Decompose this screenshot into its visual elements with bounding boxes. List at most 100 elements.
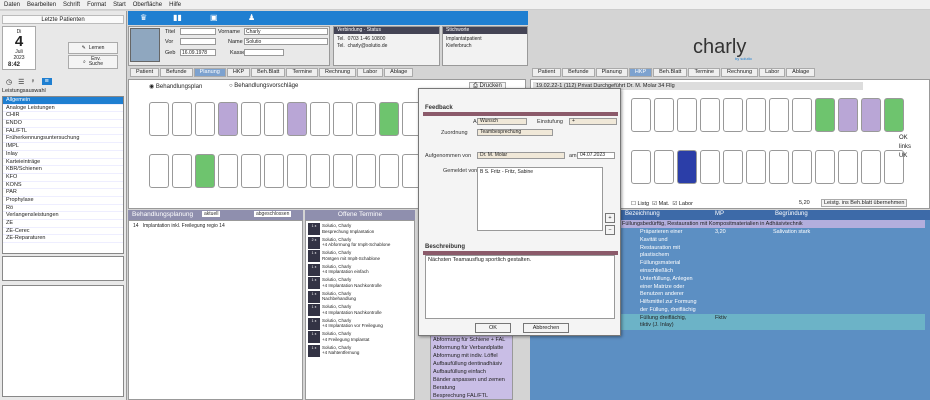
list-item[interactable]: 1 x Solutio, Charly +4 Freilegung Implanta…	[308, 331, 412, 344]
tooth[interactable]	[631, 150, 651, 184]
service-category-item[interactable]: ZE-Reparaturen	[3, 235, 123, 244]
tooth[interactable]	[218, 102, 238, 136]
vor-field[interactable]	[180, 38, 216, 45]
tab-rechnung[interactable]: Rechnung	[319, 68, 357, 77]
service-category-item[interactable]: IMPL	[3, 143, 123, 151]
add-reporter-button[interactable]: +	[605, 213, 615, 223]
services-list[interactable]: Allgemein Analoge Leistungen CHIR ENDO FAL/F…	[2, 96, 124, 254]
reporter-list[interactable]: B S. Fritz - Fritz, Sabine	[477, 167, 603, 231]
suggestion-item[interactable]: Bänder anpassen und zemen	[431, 376, 512, 384]
take-over-button[interactable]: Leistg. ins Beh.blatt übernehmen	[821, 199, 908, 207]
tooth[interactable]	[264, 102, 284, 136]
tooth-icon[interactable]: ♛	[140, 13, 147, 22]
tab-hkp[interactable]: HKP	[226, 68, 251, 77]
service-category-item[interactable]: ENDO	[3, 120, 123, 128]
first-name-field[interactable]: Charly	[244, 28, 328, 35]
radio-plan[interactable]: ◉ Behandlungsplan	[149, 83, 202, 90]
service-category-item[interactable]: Karteieinträge	[3, 159, 123, 167]
radio-suggestions[interactable]: ○ Behandlungsvorschläge	[229, 83, 298, 89]
tooth[interactable]	[838, 150, 858, 184]
tab-labor[interactable]: Labor	[759, 68, 786, 77]
menu-format[interactable]: Format	[87, 2, 106, 8]
service-category-item[interactable]: FAL/FTL	[3, 128, 123, 136]
ok-button[interactable]: OK	[475, 323, 511, 333]
suggestion-item[interactable]: Aufbaufüllung einfach	[431, 368, 512, 376]
list-item[interactable]: 1 x Solutio, Charly +4 Implantation einfac…	[308, 263, 412, 277]
list-item[interactable]: 1 x Solutio, Charly Röntgen mit Implt-Scha…	[308, 250, 412, 263]
tooth[interactable]	[861, 98, 881, 132]
env-search-button[interactable]: ⌕ Env. Suche	[68, 55, 118, 69]
list-icon[interactable]: ☰	[18, 78, 24, 86]
email-value[interactable]: charly@solutio.de	[348, 43, 388, 49]
tooth[interactable]	[379, 154, 399, 188]
chart-icon[interactable]: ▮▮	[173, 13, 182, 22]
tooth[interactable]	[310, 154, 330, 188]
list-select-icon[interactable]: ≡	[41, 78, 52, 85]
suggestion-item[interactable]: Aufbaufüllung dentinadhäsiv	[431, 360, 512, 368]
service-category-item[interactable]: CHIR	[3, 112, 123, 121]
tab-patient[interactable]: Patient	[130, 68, 160, 77]
title-field[interactable]	[180, 28, 216, 35]
tooth[interactable]	[792, 150, 812, 184]
tooth[interactable]	[815, 98, 835, 132]
service-category-item[interactable]: KBR/Schienen	[3, 166, 123, 174]
description-field[interactable]: Nächsten Teamausflug sportlich gestalten…	[425, 255, 615, 319]
date-field[interactable]: 04.07.2023	[577, 152, 615, 159]
service-category-item[interactable]: Prophylaxe	[3, 197, 123, 205]
zuordnung-select[interactable]: Teambesprechung	[477, 129, 553, 136]
last-patients-title[interactable]: Letzte Patienten	[2, 15, 124, 24]
tab-patient[interactable]: Patient	[532, 68, 562, 77]
tab-befunde[interactable]: Befunde	[160, 68, 193, 77]
suggestion-item[interactable]: Abformung für Schiene + FAL	[431, 336, 512, 344]
tooth[interactable]	[654, 150, 674, 184]
clock-icon[interactable]: ◷	[6, 78, 12, 86]
tooth[interactable]	[149, 102, 169, 136]
suggestion-item[interactable]: Besprechung FAL/FTL	[431, 392, 512, 400]
tooth[interactable]	[746, 150, 766, 184]
list-item[interactable]: 1 x Solutio, Charly +4 Implantation Nachko…	[308, 277, 412, 290]
birth-field[interactable]: 16.09.1978	[180, 49, 216, 56]
tooth[interactable]	[333, 154, 353, 188]
suggestion-item[interactable]: Abformung für Verbandplatte	[431, 344, 512, 352]
tab-ablage[interactable]: Ablage	[384, 68, 414, 77]
tab-termine[interactable]: Termine	[688, 68, 721, 77]
tab-ablage[interactable]: Ablage	[786, 68, 816, 77]
tooth[interactable]	[287, 102, 307, 136]
service-category-item[interactable]: ZE	[3, 220, 123, 228]
tooth[interactable]	[172, 154, 192, 188]
aufgenommen-select[interactable]: Dr. M. Molar	[477, 152, 565, 159]
tooth[interactable]	[172, 102, 192, 136]
bulb-icon[interactable]: ♀	[30, 78, 35, 85]
service-category-item[interactable]: Verlangensleistungen	[3, 212, 123, 220]
list-item[interactable]: 1 x Solutio, Charly Nachbehandlung	[308, 290, 412, 304]
tooth[interactable]	[700, 150, 720, 184]
tooth[interactable]	[861, 150, 881, 184]
tooth[interactable]	[379, 102, 399, 136]
tooth[interactable]	[310, 102, 330, 136]
tooth[interactable]	[333, 102, 353, 136]
service-category-item[interactable]: PAR	[3, 189, 123, 197]
service-category-item[interactable]: ZE-Cerec	[3, 228, 123, 236]
tooth[interactable]	[769, 150, 789, 184]
suggestion-item[interactable]: Abformung mit indiv. Löffel	[431, 352, 512, 360]
service-category-item[interactable]: KFO	[3, 174, 123, 182]
art-select[interactable]: Wunsch	[477, 118, 527, 125]
menu-schrift[interactable]: Schrift	[63, 2, 80, 8]
tab-rechnung[interactable]: Rechnung	[721, 68, 759, 77]
service-category-item[interactable]: Inlay	[3, 151, 123, 159]
service-category-item[interactable]: Früherkennungsuntersuchung	[3, 135, 123, 144]
list-item[interactable]: 2 x Solutio, Charly +4 Abformung für Implt…	[308, 236, 412, 250]
tooth[interactable]	[195, 154, 215, 188]
tab-befunde[interactable]: Befunde	[562, 68, 595, 77]
tooth[interactable]	[746, 98, 766, 132]
tel-value[interactable]: 0703 1-46 10800	[348, 36, 386, 42]
tab-behblatt[interactable]: Beh.Blatt	[653, 68, 688, 77]
tooth[interactable]	[264, 154, 284, 188]
learn-button[interactable]: ✎ Lernen	[68, 42, 118, 54]
tooth[interactable]	[631, 98, 651, 132]
bottom-controls[interactable]: ☐ Listg ☑ Mat. ☑ Labor	[631, 201, 693, 207]
tooth[interactable]	[884, 98, 904, 132]
remove-reporter-button[interactable]: −	[605, 225, 615, 235]
einstufung-select[interactable]: +	[569, 118, 617, 125]
plan-row[interactable]: 14 Implantation inkl. Freilegung regio 1…	[133, 223, 225, 229]
